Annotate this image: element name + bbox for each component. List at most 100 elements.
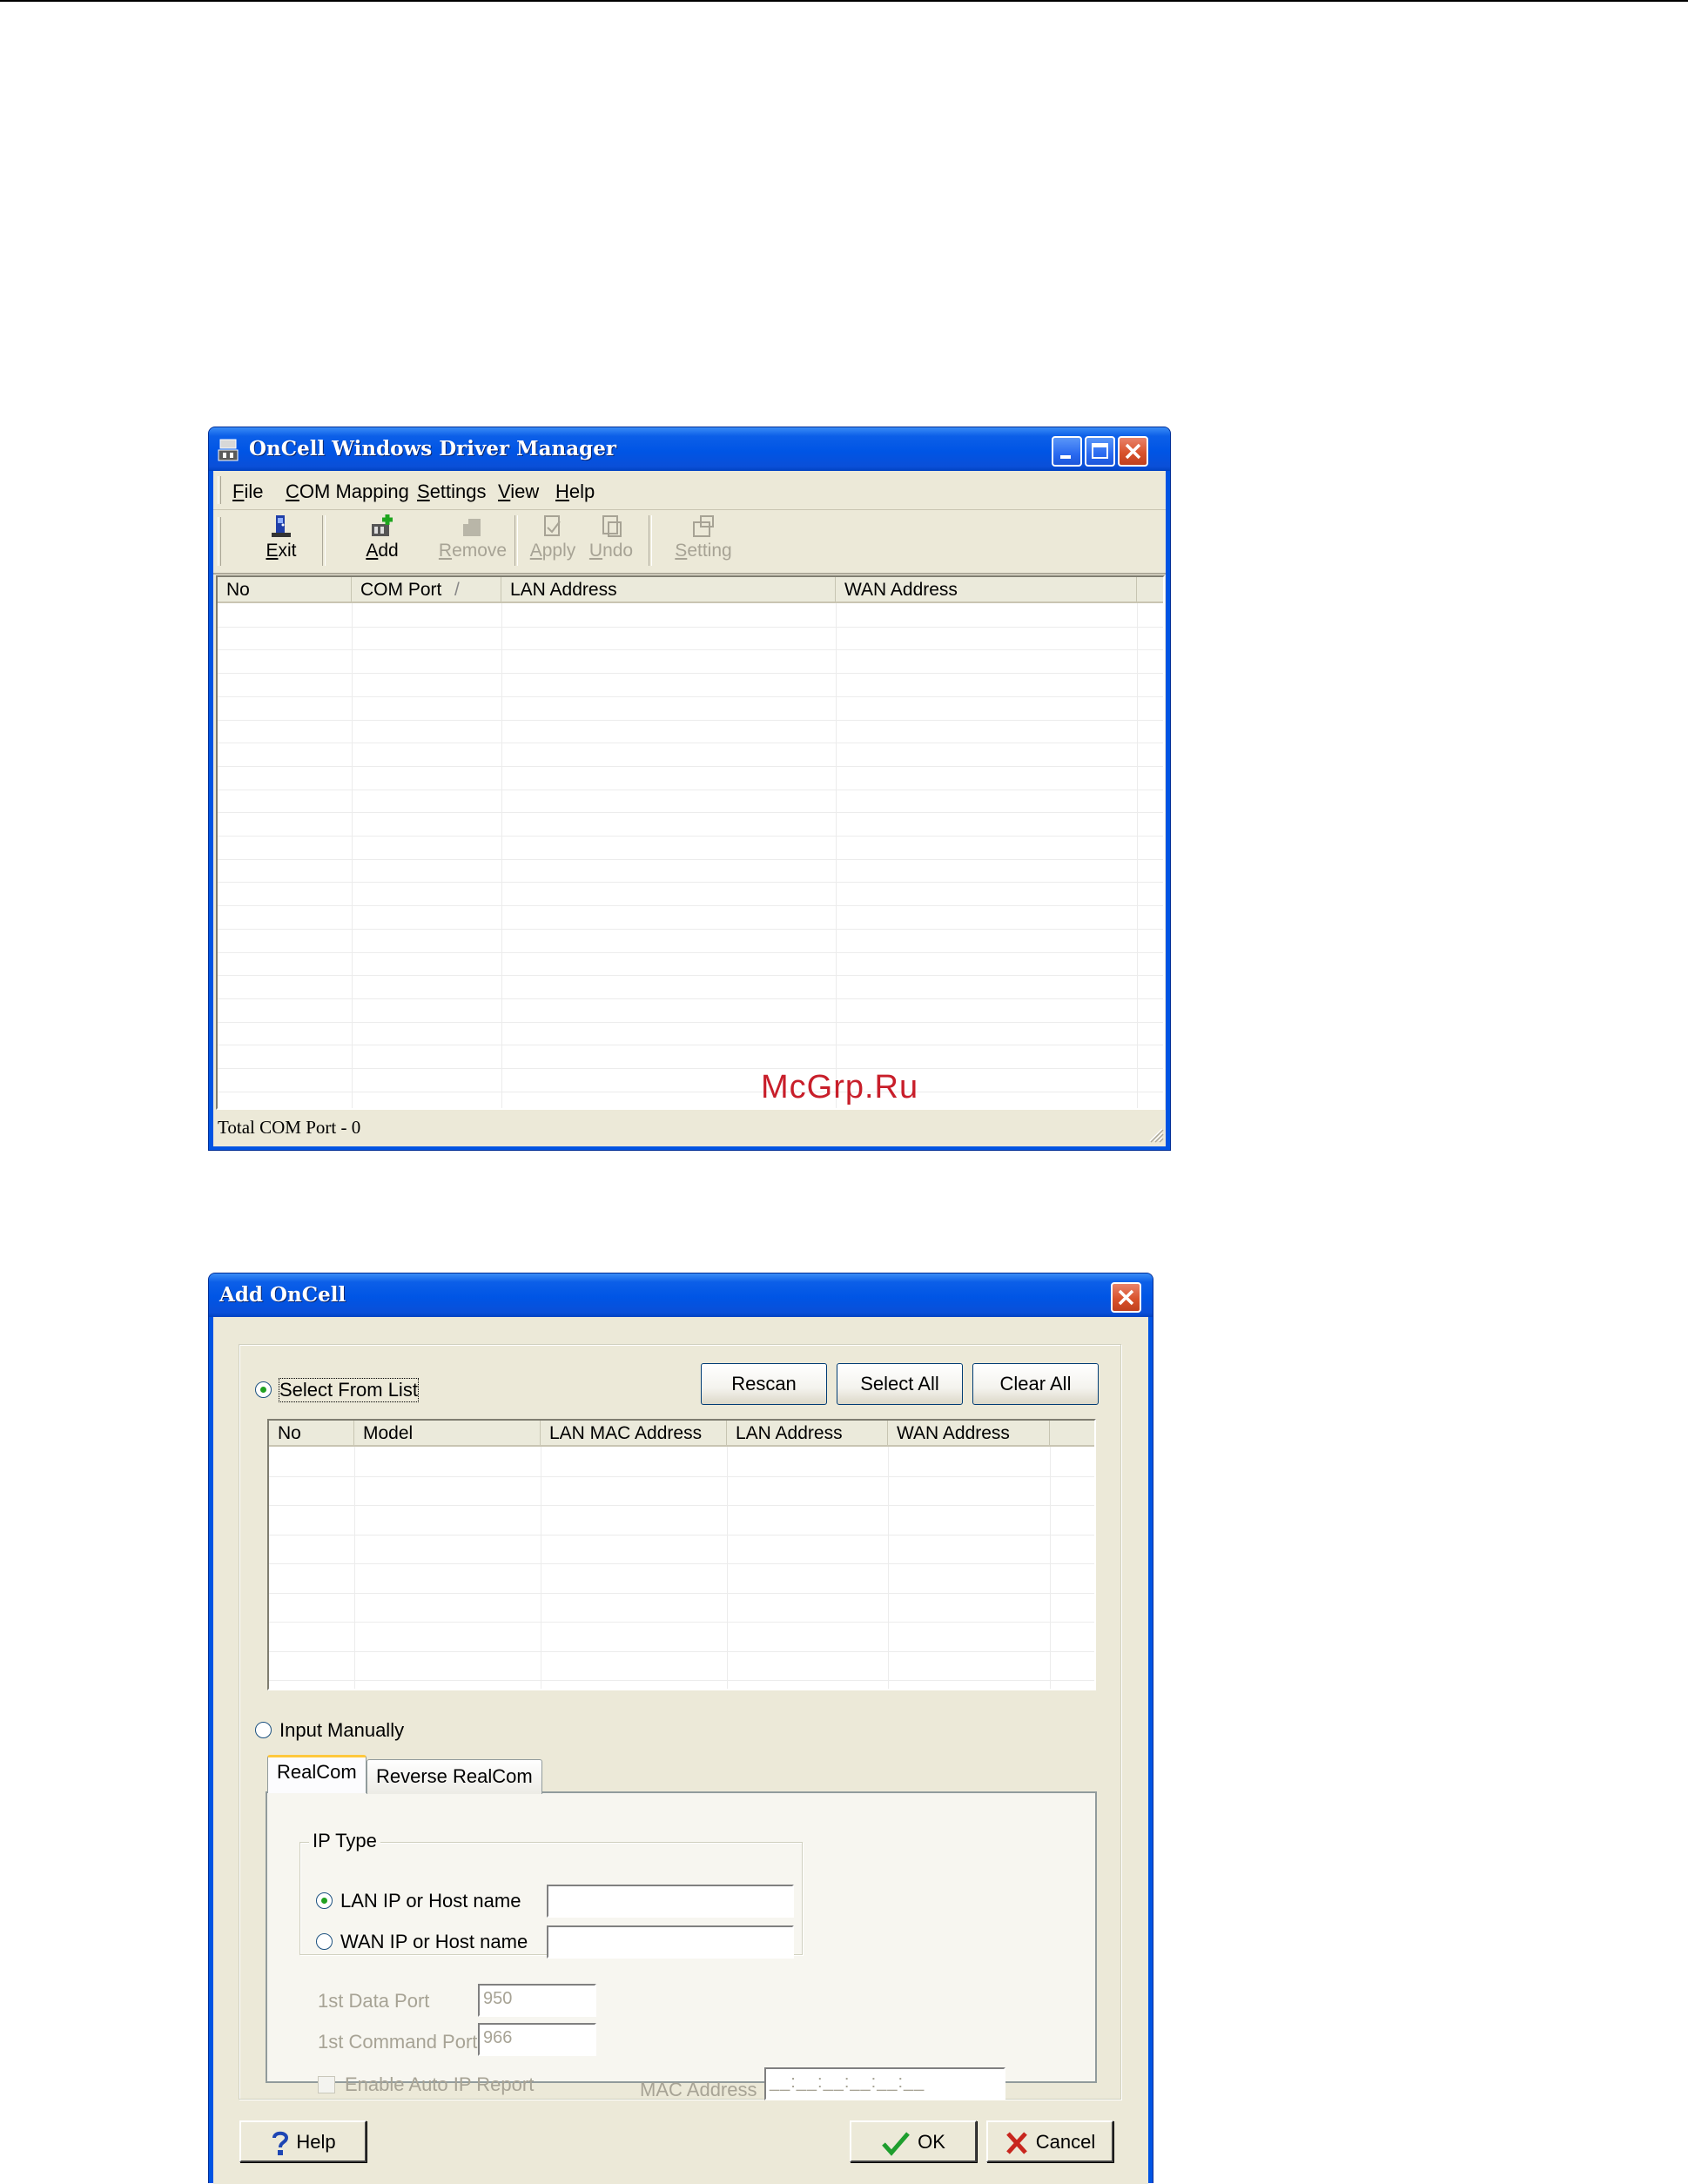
add-icon	[372, 514, 393, 536]
mac-address-input[interactable]: __:__:__:__:__:__	[764, 2067, 1005, 2100]
help-button[interactable]: Help	[239, 2120, 367, 2162]
apply-button[interactable]: Apply	[522, 514, 583, 569]
window-title: OnCell Windows Driver Manager	[249, 437, 616, 460]
grid-row-line	[269, 1563, 1094, 1564]
input-manually-label[interactable]: Input Manually	[279, 1719, 404, 1742]
grid-row-line	[218, 1068, 1163, 1069]
menu-bar: File COM Mapping Settings View Help	[213, 471, 1166, 510]
setting-icon	[693, 515, 714, 537]
device-list-header: No Model LAN MAC Address LAN Address WAN…	[269, 1421, 1094, 1447]
maximize-button[interactable]	[1085, 436, 1115, 467]
close-button[interactable]	[1118, 436, 1148, 467]
wan-ip-label[interactable]: WAN IP or Host name	[340, 1931, 528, 1953]
column-header-wan-address[interactable]: WAN Address	[888, 1421, 1050, 1445]
data-port-label: 1st Data Port	[318, 1990, 430, 2012]
auto-ip-report-checkbox[interactable]	[318, 2076, 335, 2093]
menu-settings[interactable]: Settings	[417, 480, 487, 503]
lan-ip-radio[interactable]	[316, 1892, 333, 1909]
select-from-list-label[interactable]: Select From List	[279, 1378, 419, 1402]
grid-row-line	[218, 858, 1163, 860]
data-port-input[interactable]: 950	[478, 1984, 596, 2017]
resize-grip-icon[interactable]	[1145, 1124, 1164, 1143]
grid-column-line	[836, 603, 837, 1108]
apply-icon	[544, 515, 561, 536]
menu-view[interactable]: View	[498, 480, 539, 503]
remove-button[interactable]: Remove	[434, 514, 512, 569]
list-header: No COM Port / LAN Address WAN Address	[218, 577, 1163, 603]
grid-row-line	[269, 1505, 1094, 1506]
grid-row-line	[218, 649, 1163, 651]
dialog-title: Add OnCell	[219, 1283, 346, 1307]
dialog-close-button[interactable]	[1111, 1282, 1141, 1313]
grid-row-line	[269, 1650, 1094, 1652]
minimize-button[interactable]	[1052, 436, 1082, 467]
setting-button[interactable]: Setting	[666, 514, 741, 569]
column-header-com-port[interactable]: COM Port /	[352, 577, 501, 601]
cancel-button[interactable]: Cancel	[986, 2120, 1113, 2162]
device-list[interactable]: No Model LAN MAC Address LAN Address WAN…	[267, 1419, 1096, 1690]
grid-column-line	[1050, 1447, 1051, 1689]
add-button[interactable]: Add	[351, 514, 414, 569]
grid-column-line	[501, 603, 502, 1108]
clear-all-button[interactable]: Clear All	[972, 1363, 1099, 1405]
com-port-list[interactable]: No COM Port / LAN Address WAN Address	[216, 575, 1165, 1110]
menu-file[interactable]: File	[232, 480, 263, 503]
column-header-no[interactable]: No	[269, 1421, 354, 1445]
column-header-no[interactable]: No	[218, 577, 352, 601]
wan-ip-input[interactable]	[547, 1925, 794, 1959]
main-client-area: File COM Mapping Settings View Help Exit	[213, 471, 1166, 1146]
column-header-lan-address[interactable]: LAN Address	[727, 1421, 888, 1445]
column-header-filler	[1137, 577, 1163, 601]
page-top-rule	[0, 0, 1688, 2]
grid-row-line	[218, 998, 1163, 999]
grid-row-line	[269, 1475, 1094, 1477]
grid-column-line	[888, 1447, 889, 1689]
minimize-icon	[1060, 455, 1071, 459]
command-port-input[interactable]: 966	[478, 2023, 596, 2056]
maximize-icon	[1092, 443, 1108, 459]
command-port-label: 1st Command Port	[318, 2031, 478, 2053]
grid-column-line	[354, 1447, 355, 1689]
exit-button[interactable]: Exit	[250, 514, 313, 569]
mac-address-label: MAC Address	[640, 2079, 757, 2100]
tab-reverse-realcom[interactable]: Reverse RealCom	[367, 1759, 542, 1794]
grid-row-line	[218, 951, 1163, 953]
lan-ip-label[interactable]: LAN IP or Host name	[340, 1890, 521, 1912]
grid-row-line	[218, 765, 1163, 767]
toolbar-separator	[514, 515, 518, 566]
grid-row-line	[269, 1534, 1094, 1536]
driver-manager-window: OnCell Windows Driver Manager File COM M…	[208, 427, 1171, 1151]
menu-help[interactable]: Help	[555, 480, 595, 503]
input-manually-radio[interactable]	[255, 1722, 272, 1738]
toolbar-separator	[322, 515, 326, 566]
device-list-grid	[269, 1447, 1094, 1689]
tab-realcom[interactable]: RealCom	[267, 1755, 367, 1793]
rescan-button[interactable]: Rescan	[701, 1363, 827, 1405]
column-header-model[interactable]: Model	[354, 1421, 541, 1445]
menu-com-mapping[interactable]: COM Mapping	[286, 480, 409, 503]
select-from-list-radio[interactable]	[255, 1381, 272, 1398]
toolbar-grip	[218, 517, 221, 566]
grid-row-line	[218, 812, 1163, 814]
toolbar: Exit Add Remove Apply Undo Setting	[213, 510, 1166, 575]
undo-button[interactable]: Undo	[581, 514, 642, 569]
sort-indicator: /	[454, 580, 460, 600]
grid-column-line	[1137, 603, 1138, 1108]
title-bar[interactable]: OnCell Windows Driver Manager	[209, 427, 1170, 471]
grid-row-line	[218, 1021, 1163, 1023]
wan-ip-radio[interactable]	[316, 1933, 333, 1950]
column-header-filler	[1050, 1421, 1094, 1445]
column-header-lan-mac-address[interactable]: LAN MAC Address	[541, 1421, 727, 1445]
select-all-button[interactable]: Select All	[837, 1363, 963, 1405]
grid-row-line	[218, 975, 1163, 977]
auto-ip-report-label[interactable]: Enable Auto IP Report	[345, 2073, 534, 2096]
column-header-wan-address[interactable]: WAN Address	[836, 577, 1137, 601]
grid-row-line	[218, 626, 1163, 628]
grid-row-line	[269, 1680, 1094, 1681]
lan-ip-input[interactable]	[547, 1885, 794, 1918]
column-header-lan-address[interactable]: LAN Address	[501, 577, 836, 601]
ok-button[interactable]: OK	[850, 2120, 977, 2162]
dialog-title-bar[interactable]: Add OnCell	[209, 1273, 1153, 1317]
exit-icon	[272, 515, 291, 537]
toolbar-separator	[649, 515, 652, 566]
